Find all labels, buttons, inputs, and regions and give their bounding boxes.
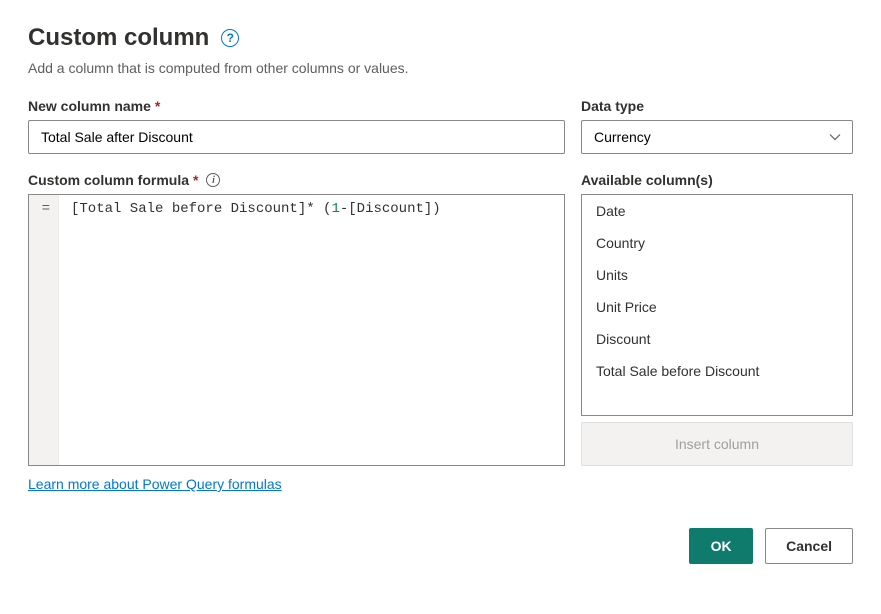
column-item-units[interactable]: Units — [582, 259, 852, 291]
column-item-unit-price[interactable]: Unit Price — [582, 291, 852, 323]
required-asterisk: * — [155, 98, 160, 114]
dialog-header: Custom column ? — [28, 24, 853, 52]
label-text: Available column(s) — [581, 172, 713, 188]
dialog-footer: OK Cancel — [28, 528, 853, 564]
label-text: Custom column formula — [28, 172, 189, 188]
dialog-title: Custom column — [28, 24, 209, 52]
learn-more-link[interactable]: Learn more about Power Query formulas — [28, 476, 282, 492]
formula-gutter: = — [29, 195, 59, 465]
label-text: New column name — [28, 98, 151, 114]
column-item-discount[interactable]: Discount — [582, 323, 852, 355]
data-type-label: Data type — [581, 98, 853, 114]
insert-column-button[interactable]: Insert column — [581, 422, 853, 466]
new-column-name-input[interactable] — [28, 120, 565, 154]
help-icon[interactable]: ? — [221, 29, 239, 47]
available-columns-label: Available column(s) — [581, 172, 853, 188]
formula-editor[interactable]: = [Total Sale before Discount]* (1-[Disc… — [28, 194, 565, 466]
data-type-select[interactable]: Currency — [581, 120, 853, 154]
ok-button[interactable]: OK — [689, 528, 753, 564]
column-item-country[interactable]: Country — [582, 227, 852, 259]
info-icon[interactable]: i — [206, 173, 220, 187]
column-item-date[interactable]: Date — [582, 195, 852, 227]
column-item-total-sale[interactable]: Total Sale before Discount — [582, 355, 852, 387]
formula-label: Custom column formula * i — [28, 172, 565, 188]
new-column-name-label: New column name * — [28, 98, 565, 114]
cancel-button[interactable]: Cancel — [765, 528, 853, 564]
label-text: Data type — [581, 98, 644, 114]
available-columns-list[interactable]: Date Country Units Unit Price Discount T… — [581, 194, 853, 416]
required-asterisk: * — [193, 172, 198, 188]
dialog-subtitle: Add a column that is computed from other… — [28, 60, 853, 76]
formula-content[interactable]: [Total Sale before Discount]* (1-[Discou… — [59, 195, 564, 465]
